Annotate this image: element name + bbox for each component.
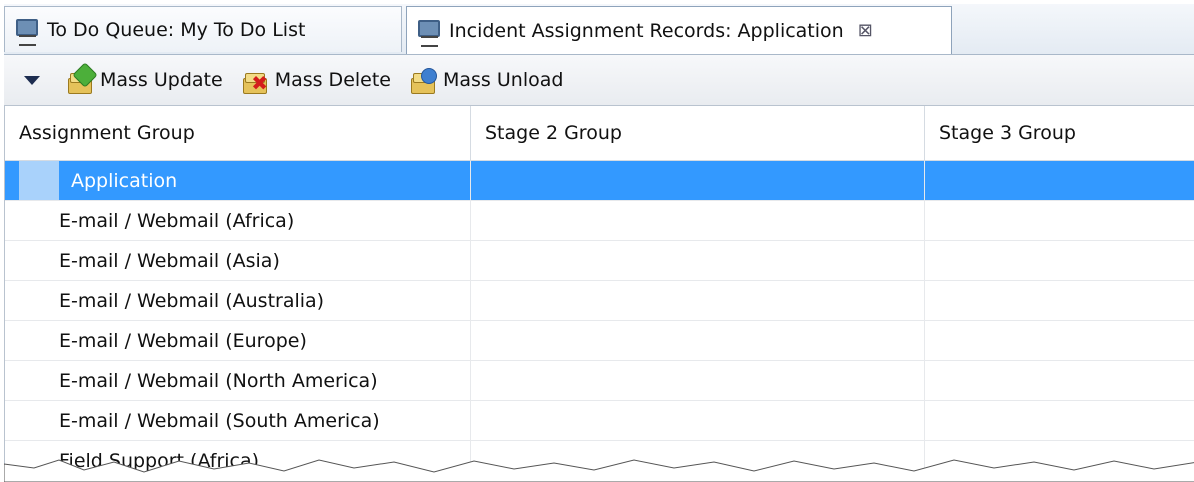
table-cell — [471, 321, 925, 360]
chevron-down-icon — [24, 75, 40, 85]
mass-update-button[interactable]: Mass Update — [62, 62, 227, 98]
table-row[interactable]: E-mail / Webmail (Europe) — [5, 321, 1194, 361]
table-cell: E-mail / Webmail (Australia) — [5, 281, 471, 320]
tab-bar: To Do Queue: My To Do List Incident Assi… — [4, 4, 1194, 55]
cell-text: Field Support (Africa) — [59, 449, 260, 472]
toolbar-menu-button[interactable] — [12, 60, 52, 100]
table-cell — [471, 281, 925, 320]
tab-label: To Do Queue: My To Do List — [47, 18, 306, 41]
table-cell — [925, 201, 1194, 240]
table-header: Assignment Group Stage 2 Group Stage 3 G… — [5, 106, 1194, 161]
table-cell — [925, 161, 1194, 200]
table-cell: E-mail / Webmail (Asia) — [5, 241, 471, 280]
table-cell — [925, 441, 1194, 480]
table-cell — [925, 401, 1194, 440]
table-cell: Application — [5, 161, 471, 200]
tab-incident-assignment[interactable]: Incident Assignment Records: Application… — [406, 6, 952, 54]
mass-delete-label: Mass Delete — [274, 69, 391, 91]
cell-text: E-mail / Webmail (South America) — [59, 409, 380, 432]
mass-update-label: Mass Update — [100, 69, 223, 91]
cell-text: E-mail / Webmail (Australia) — [59, 289, 325, 312]
table-cell — [471, 361, 925, 400]
column-header-stage-3-group[interactable]: Stage 3 Group — [925, 106, 1194, 160]
close-icon[interactable]: ⊠ — [858, 20, 873, 41]
table-cell — [471, 241, 925, 280]
table-cell: E-mail / Webmail (Europe) — [5, 321, 471, 360]
app-window: To Do Queue: My To Do List Incident Assi… — [4, 4, 1194, 482]
table-cell — [471, 401, 925, 440]
records-table: Assignment Group Stage 2 Group Stage 3 G… — [4, 106, 1194, 482]
column-header-stage-2-group[interactable]: Stage 2 Group — [471, 106, 925, 160]
table-cell — [925, 321, 1194, 360]
cell-text: E-mail / Webmail (Africa) — [59, 209, 295, 232]
tab-todo-queue[interactable]: To Do Queue: My To Do List — [4, 6, 402, 52]
mass-unload-icon — [409, 66, 437, 94]
mass-delete-button[interactable]: ✖ Mass Delete — [237, 62, 395, 98]
table-row[interactable]: Application — [5, 161, 1194, 201]
tab-label: Incident Assignment Records: Application — [449, 19, 844, 42]
table-cell — [471, 441, 925, 480]
cell-text: E-mail / Webmail (Europe) — [59, 329, 307, 352]
column-header-assignment-group[interactable]: Assignment Group — [5, 106, 471, 160]
mass-delete-icon: ✖ — [241, 66, 269, 94]
table-cell: Field Support (Africa) — [5, 441, 471, 480]
table-row[interactable]: E-mail / Webmail (South America) — [5, 401, 1194, 441]
table-row[interactable]: E-mail / Webmail (Africa) — [5, 201, 1194, 241]
table-cell — [925, 361, 1194, 400]
table-cell — [925, 241, 1194, 280]
cell-text: E-mail / Webmail (North America) — [59, 369, 378, 392]
table-cell: E-mail / Webmail (Africa) — [5, 201, 471, 240]
mass-unload-label: Mass Unload — [443, 69, 564, 91]
table-cell — [471, 161, 925, 200]
monitor-icon — [13, 17, 39, 46]
table-row[interactable]: E-mail / Webmail (Asia) — [5, 241, 1194, 281]
table-cell — [471, 201, 925, 240]
monitor-icon — [415, 18, 441, 47]
mass-update-icon — [66, 62, 98, 94]
mass-unload-button[interactable]: Mass Unload — [405, 62, 567, 98]
table-row[interactable]: E-mail / Webmail (North America) — [5, 361, 1194, 401]
table-row[interactable]: E-mail / Webmail (Australia) — [5, 281, 1194, 321]
table-body: Application E-mail / Webmail (Africa) E-ma… — [5, 161, 1194, 481]
cell-text: Application — [71, 169, 178, 192]
cell-text: E-mail / Webmail (Asia) — [59, 249, 280, 272]
table-cell — [925, 281, 1194, 320]
toolbar: Mass Update ✖ Mass Delete Mass Unload — [4, 55, 1194, 106]
table-cell: E-mail / Webmail (South America) — [5, 401, 471, 440]
table-cell: E-mail / Webmail (North America) — [5, 361, 471, 400]
table-row[interactable]: Field Support (Africa) — [5, 441, 1194, 481]
